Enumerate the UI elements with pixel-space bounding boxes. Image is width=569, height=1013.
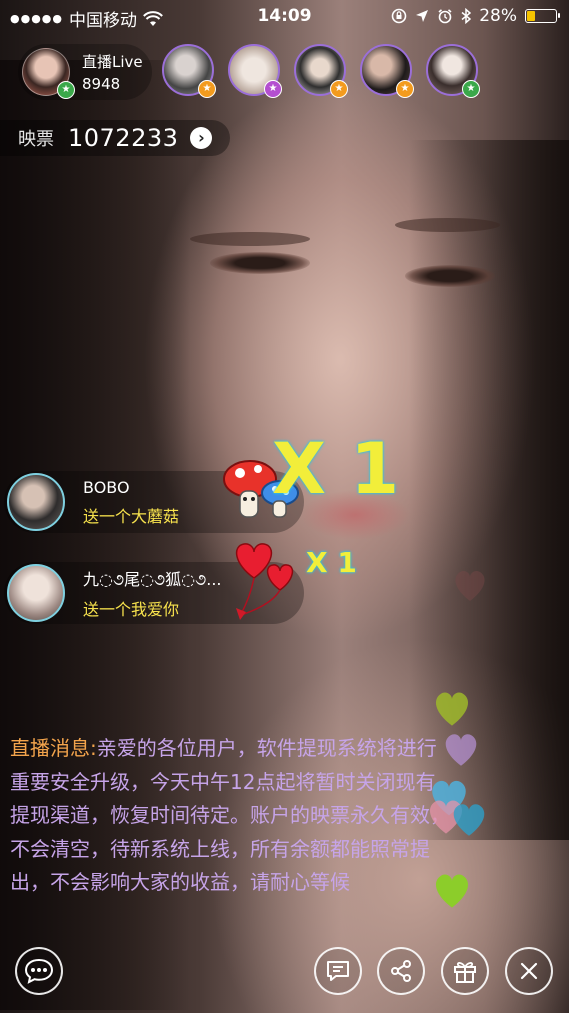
viewer-avatar[interactable]: ★ <box>360 44 414 98</box>
level-star-icon: ★ <box>330 80 348 98</box>
gift-count: X 1 <box>272 428 400 510</box>
gift-message: 送一个大蘑菇 <box>83 506 180 526</box>
ticket-bar[interactable]: 映票 1072233 › <box>0 120 230 156</box>
level-star-icon: ★ <box>462 80 480 98</box>
gift-button[interactable] <box>441 947 489 995</box>
heart-balloons-icon <box>235 543 294 620</box>
viewer-avatar[interactable]: ★ <box>228 44 282 98</box>
gift-sender-name: 九◌૭尾◌૭狐◌૭... <box>83 570 222 589</box>
gift-text: 九◌૭尾◌૭狐◌૭... 送一个我爱你 <box>83 566 222 620</box>
viewer-avatar[interactable]: ★ <box>162 44 216 98</box>
heart-icon <box>453 804 485 836</box>
video-brow-left <box>190 232 310 246</box>
gift-box-icon <box>454 962 476 983</box>
bluetooth-icon <box>461 8 472 24</box>
level-star-icon: ★ <box>198 80 216 98</box>
viewer-avatar[interactable]: ★ <box>426 44 480 98</box>
gift-count: X 1 <box>306 546 357 579</box>
video-eye-left <box>210 252 310 274</box>
ticket-value: 1072233 <box>68 124 179 152</box>
close-button[interactable] <box>505 947 553 995</box>
close-icon <box>520 962 538 980</box>
video-eye-right <box>405 265 495 287</box>
level-star-icon: ★ <box>396 80 414 98</box>
ticket-label: 映票 <box>18 129 54 150</box>
chevron-right-icon[interactable]: › <box>190 127 213 149</box>
host-viewer-count: 8948 <box>82 75 121 93</box>
share-icon <box>391 960 411 982</box>
gift-message: 送一个我爱你 <box>83 600 180 619</box>
share-button[interactable] <box>377 947 425 995</box>
viewer-list: ★ ★ ★ ★ ★ <box>162 44 480 98</box>
chat-button[interactable] <box>15 947 63 995</box>
gift-sender-avatar[interactable] <box>7 473 65 531</box>
status-bar: ●●●●● 中国移动 14:09 28% <box>0 0 569 32</box>
chat-bubble-icon <box>24 958 54 984</box>
gift-text: BOBO 送一个大蘑菇 <box>83 478 179 527</box>
heart-icon <box>435 874 469 908</box>
host-text: 直播Live 8948 <box>82 51 143 93</box>
status-right: 28% <box>391 6 560 26</box>
gift-sender-avatar[interactable] <box>7 564 65 622</box>
battery-percent: 28% <box>479 6 517 26</box>
level-star-icon: ★ <box>264 80 282 98</box>
message-icon <box>327 961 349 981</box>
gift-sender-name: BOBO <box>83 477 130 497</box>
battery-level-fill <box>527 11 535 21</box>
video-brow-right <box>395 218 500 232</box>
level-star-icon: ★ <box>57 81 75 99</box>
heart-icon <box>445 734 477 766</box>
live-notice: 直播消息:亲爱的各位用户，软件提现系统将进行重要安全升级，今天中午12点起将暂时… <box>10 732 455 900</box>
host-label: 直播Live <box>82 53 143 71</box>
orientation-lock-icon <box>391 8 407 24</box>
host-info[interactable]: ★ 直播Live 8948 <box>18 44 152 100</box>
notice-prefix: 直播消息: <box>10 736 97 760</box>
heart-icon <box>435 692 469 726</box>
message-button[interactable] <box>314 947 362 995</box>
location-icon <box>416 10 429 22</box>
heart-icon <box>455 570 485 601</box>
viewer-avatar[interactable]: ★ <box>294 44 348 98</box>
alarm-icon <box>438 9 452 24</box>
battery-icon <box>525 9 560 23</box>
host-avatar[interactable]: ★ <box>22 48 75 99</box>
